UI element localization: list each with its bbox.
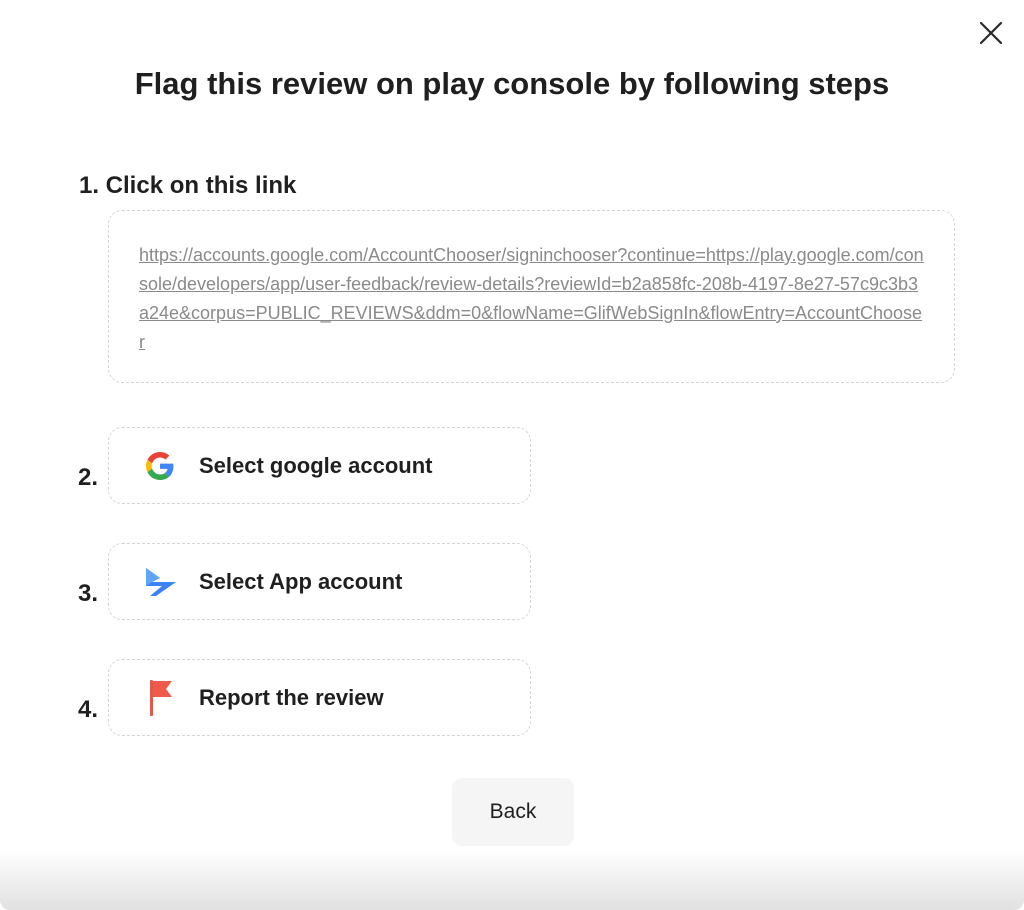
flag-icon (139, 677, 181, 719)
step-4-label: Report the review (199, 684, 384, 710)
report-review-button[interactable]: Report the review (108, 659, 531, 736)
link-box: https://accounts.google.com/AccountChoos… (108, 210, 955, 383)
flag-review-dialog: Flag this review on play console by foll… (0, 0, 1024, 910)
google-icon (139, 445, 181, 487)
step-3-label: Select App account (199, 568, 403, 594)
close-icon (979, 21, 1003, 45)
step-4-number: 4. (78, 696, 99, 723)
step-1-label: 1. Click on this link (79, 172, 297, 199)
step-2-number: 2. (78, 464, 99, 491)
bottom-shadow (0, 850, 1024, 910)
select-app-account-button[interactable]: Select App account (108, 543, 531, 620)
back-button[interactable]: Back (452, 778, 574, 846)
dialog-title: Flag this review on play console by foll… (134, 66, 890, 101)
play-console-link[interactable]: https://accounts.google.com/AccountChoos… (139, 245, 924, 352)
app-logo-icon (139, 561, 181, 603)
close-button[interactable] (978, 20, 1004, 46)
step-3-number: 3. (78, 580, 99, 607)
select-google-account-button[interactable]: Select google account (108, 427, 531, 504)
step-2-label: Select google account (199, 452, 433, 478)
